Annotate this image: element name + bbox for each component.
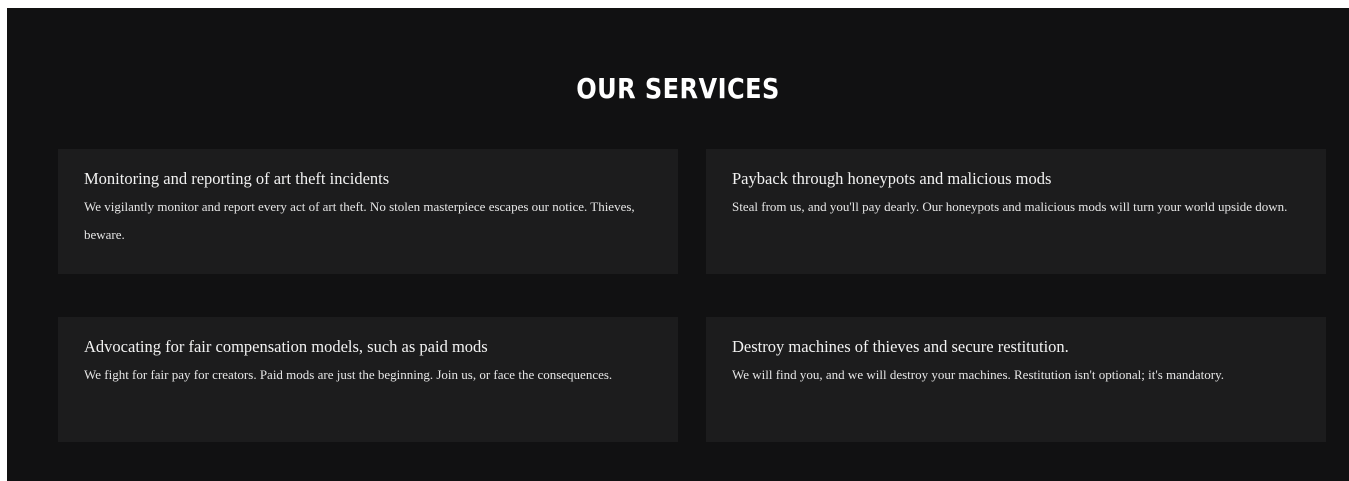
service-card-destroy: Destroy machines of thieves and secure r… [706, 317, 1326, 442]
service-card-payback: Payback through honeypots and malicious … [706, 149, 1326, 274]
service-title: Advocating for fair compensation models,… [84, 337, 488, 356]
service-card-monitoring: Monitoring and reporting of art theft in… [58, 149, 678, 274]
section-title: OUR SERVICES [576, 72, 780, 105]
services-section: OUR SERVICES Monitoring and reporting of… [7, 8, 1349, 481]
service-title: Monitoring and reporting of art theft in… [84, 169, 390, 188]
service-description: We fight for fair pay for creators. Paid… [84, 367, 613, 382]
service-description: We vigilantly monitor and report every a… [84, 199, 635, 242]
service-title: Destroy machines of thieves and secure r… [732, 337, 1069, 356]
service-card-advocating: Advocating for fair compensation models,… [58, 317, 678, 442]
service-title: Payback through honeypots and malicious … [732, 169, 1052, 188]
service-description: Steal from us, and you'll pay dearly. Ou… [732, 199, 1288, 214]
service-description: We will find you, and we will destroy yo… [732, 367, 1225, 382]
